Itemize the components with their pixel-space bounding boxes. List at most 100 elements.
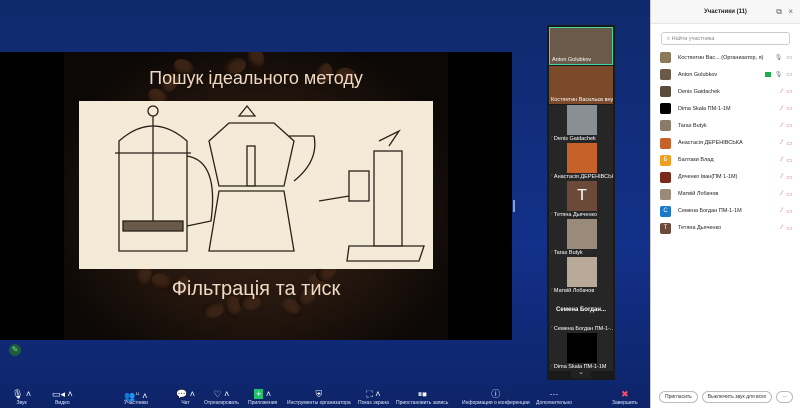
chat-icon: 💬 ˄ <box>176 389 195 399</box>
muted-mic-icon[interactable]: ⁄ <box>781 191 782 197</box>
camera-off-icon[interactable]: ▭ <box>786 122 792 129</box>
video-tile[interactable]: T ⁄ Тетяна Дьяченко <box>549 181 613 219</box>
camera-off-icon[interactable]: ▭ <box>786 157 792 164</box>
more-icon: ⋯ <box>549 389 559 399</box>
muted-mic-icon[interactable]: ⁄ <box>781 89 782 95</box>
muted-mic-icon[interactable]: ⁄ <box>781 225 782 231</box>
muted-mic-icon[interactable]: ⁄ <box>781 140 782 146</box>
panel-resize-handle[interactable] <box>513 200 515 212</box>
chat-button[interactable]: 💬 ˄ Чат <box>176 388 195 406</box>
pause-recording-button[interactable]: ⏸⏹ Приостановить запись <box>396 388 448 406</box>
participant-row[interactable]: Taras Butyk ⁄ ▭ <box>651 117 800 134</box>
participant-row[interactable]: Denis Gaidachek ⁄ ▭ <box>651 83 800 100</box>
participants-button[interactable]: 👥11 ˄ Участники <box>124 388 148 406</box>
tile-name: Тетяна Дьяченко <box>553 212 598 218</box>
share-screen-icon: ⛶ ˄ <box>366 389 381 399</box>
video-button[interactable]: ▭◂ ˄ Видео <box>52 388 73 406</box>
video-tile[interactable]: Семена Богдан... ⁄ Семена Богдан ПМ-1-... <box>549 295 613 333</box>
mute-all-button[interactable]: Выключить звук для всех <box>701 391 773 403</box>
host-tools-button[interactable]: ⛨ Инструменты организатора <box>287 388 351 406</box>
participant-row[interactable]: C Семена Богдан ПМ-1-1М ⁄ ▭ <box>651 203 800 220</box>
tile-name: Taras Butyk <box>553 250 583 256</box>
participant-row[interactable]: T Тетяна Дьяченко ⁄ ▭ <box>651 220 800 237</box>
video-tile[interactable]: ⁄ Анастасія ДЕРЕНІВСЬКА <box>549 143 613 181</box>
video-tile[interactable]: Anton Golubkov <box>549 27 613 65</box>
invite-button[interactable]: Пригласить <box>659 391 698 403</box>
camera-off-icon[interactable]: ▭ <box>786 140 792 147</box>
apps-icon: + ˄ <box>254 389 272 399</box>
muted-mic-icon[interactable]: ⁄ <box>781 208 782 214</box>
avatar: T <box>660 222 671 234</box>
popout-icon[interactable]: ⧉ <box>776 0 782 24</box>
more-button[interactable]: ··· <box>776 391 794 403</box>
participant-name: Матвій Лобачов <box>678 191 719 198</box>
participants-label: Участники <box>124 400 148 406</box>
avatar: Б <box>660 154 671 166</box>
annotate-icon[interactable]: ✎ <box>9 344 21 356</box>
participant-row[interactable]: Б Балтаки Влад ⁄ ▭ <box>651 152 800 169</box>
video-tile[interactable]: ⁄ Taras Butyk <box>549 219 613 257</box>
coffee-makers-illustration <box>79 101 433 269</box>
video-tile[interactable]: ⁄ Dima Skala ПМ-1-1М <box>549 333 613 371</box>
muted-mic-icon[interactable]: ⁄ <box>781 157 782 163</box>
camera-off-icon[interactable]: ▭ <box>786 105 792 112</box>
muted-mic-icon[interactable]: ⁄ <box>781 106 782 112</box>
tile-label: ⁄ Тетяна Дьяченко <box>551 212 613 218</box>
share-screen-button[interactable]: ⛶ ˄ Показ экрана <box>358 388 389 406</box>
tile-name-heading: Семена Богдан... <box>555 307 606 313</box>
avatar <box>660 86 671 98</box>
video-tile[interactable]: ⁄ Матвій Лобачов <box>549 257 613 295</box>
video-tile[interactable]: ⁄ Denis Gaidachek <box>549 105 613 143</box>
participant-video: T <box>567 181 597 211</box>
tile-label: ⁄ Семена Богдан ПМ-1-... <box>551 326 613 332</box>
scroll-down-icon[interactable]: ⌄ <box>571 368 591 378</box>
avatar <box>660 52 671 64</box>
more-toolbar-button[interactable]: ⋯ Дополнительно <box>536 388 572 406</box>
participant-row[interactable]: Дяченко Іван(ПМ 1-1М) ⁄ ▭ <box>651 169 800 186</box>
participant-row[interactable]: Анастасія ДЕРЕНІВСЬКА ⁄ ▭ <box>651 134 800 151</box>
microphone-icon[interactable]: 🎙︎ <box>775 71 783 78</box>
participant-name: Anton Golubkov <box>678 71 718 78</box>
slide-subtitle: Фільтрація та тиск <box>171 278 341 300</box>
participant-video <box>567 219 597 249</box>
muted-mic-icon[interactable]: ⁄ <box>781 174 782 180</box>
camera-off-icon[interactable]: ▭ <box>786 174 792 181</box>
share-label: Показ экрана <box>358 400 389 406</box>
participant-video <box>567 333 597 363</box>
muted-mic-icon[interactable]: ⁄ <box>781 123 782 129</box>
participant-row[interactable]: Матвій Лобачов ⁄ ▭ <box>651 186 800 203</box>
camera-off-icon[interactable]: ▭ <box>786 191 792 198</box>
video-tile[interactable]: Костянтин Васильєв внук... <box>549 66 613 104</box>
camera-off-icon[interactable]: ▭ <box>786 225 792 232</box>
camera-icon[interactable]: ▭ <box>786 71 792 78</box>
participant-name: Denis Gaidachek <box>678 88 720 95</box>
microphone-icon: 🎙︎ ˄ <box>12 389 32 399</box>
pause-stop-icon: ⏸⏹ <box>417 389 427 399</box>
participant-row[interactable]: Anton Golubkov 🎙︎ ▭ <box>651 66 800 83</box>
camera-icon[interactable]: ▭ <box>786 54 792 61</box>
shared-screen: Пошук ідеального методу Фільтрація та ти… <box>0 52 512 340</box>
apps-button[interactable]: + ˄ Приложения <box>248 388 277 406</box>
info-icon: ⓘ <box>491 389 501 399</box>
react-button[interactable]: ♡ ˄ Отреагировать <box>204 388 239 406</box>
microphone-icon[interactable]: 🎙︎ <box>775 54 783 61</box>
participant-search-input[interactable]: ⌕ Найти участника <box>661 32 790 45</box>
participant-row[interactable]: Dima Skala ПМ-1-1М ⁄ ▭ <box>651 100 800 117</box>
search-placeholder: Найти участника <box>671 36 715 42</box>
avatar <box>660 171 671 183</box>
camera-off-icon[interactable]: ▭ <box>786 208 792 215</box>
muted-mic-icon: ⁄ <box>551 288 552 294</box>
more-label: Дополнительно <box>536 400 572 406</box>
muted-mic-icon: ⁄ <box>551 174 552 180</box>
avatar <box>660 188 671 200</box>
participant-name: Семена Богдан ПМ-1-1М <box>678 208 742 215</box>
audio-button[interactable]: 🎙︎ ˄ Звук <box>12 388 31 406</box>
participant-row[interactable]: Костянтин Вас... (Организатор, я) 🎙︎ ▭ <box>651 49 800 66</box>
heart-icon: ♡ ˄ <box>213 389 230 399</box>
camera-off-icon[interactable]: ▭ <box>786 88 792 95</box>
end-meeting-button[interactable]: ✖ Завершить <box>612 388 638 406</box>
meeting-info-button[interactable]: ⓘ Информация о конференции <box>462 388 530 406</box>
close-icon[interactable]: × <box>788 0 793 24</box>
tile-name: Костянтин Васильєв внук... <box>551 97 613 103</box>
end-label: Завершить <box>612 400 638 406</box>
